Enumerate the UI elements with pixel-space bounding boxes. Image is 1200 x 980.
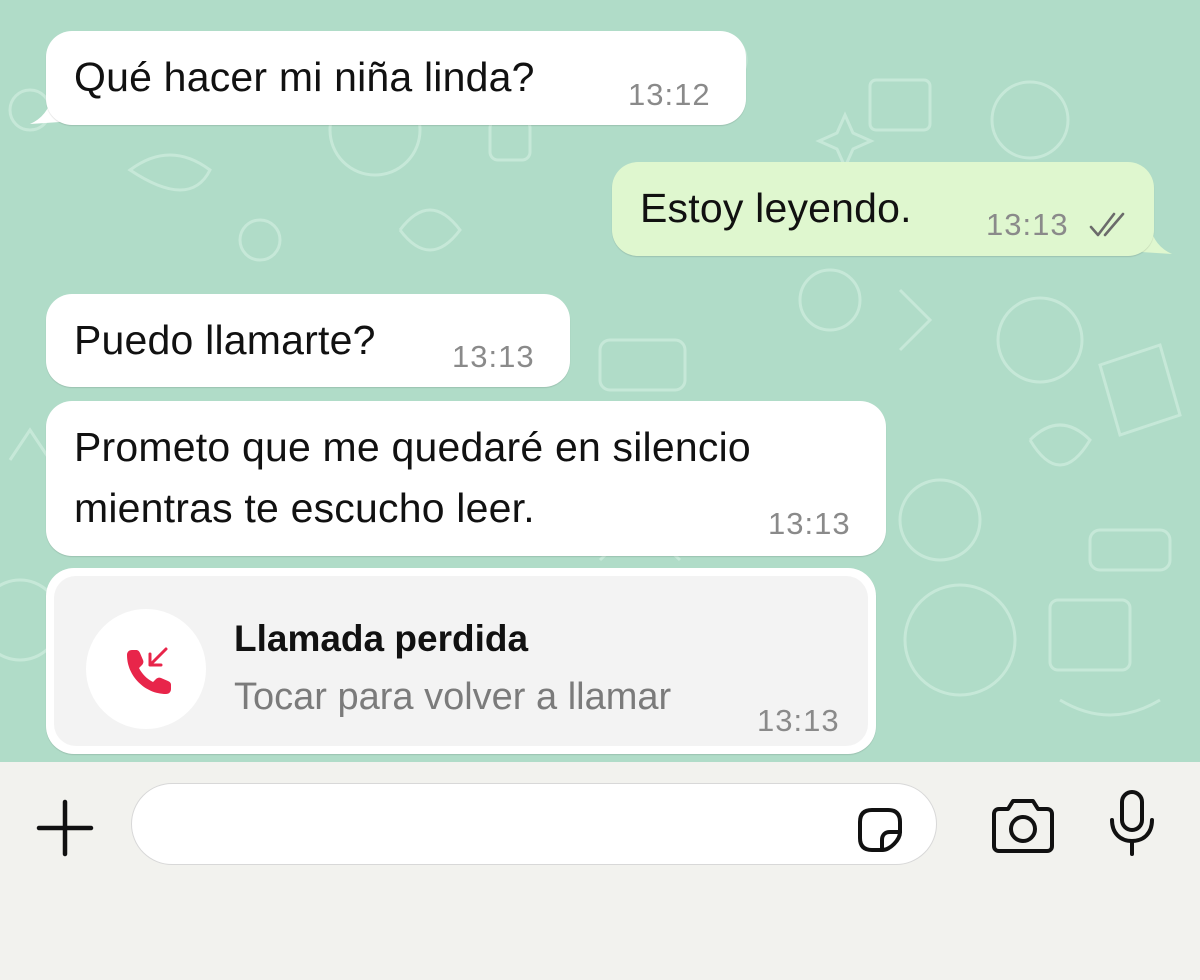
message-text: Estoy leyendo. [640,185,912,231]
missed-call-time: 13:13 [757,703,840,738]
message-text: Puedo llamarte? [74,317,376,363]
missed-call-icon-wrap [86,609,206,729]
message-time: 13:12 [628,77,711,112]
message-time: 13:13 [768,506,851,541]
missed-call-inner[interactable]: Llamada perdida Tocar para volver a llam… [54,576,868,746]
camera-icon[interactable] [988,796,1058,856]
message-bubble[interactable]: Puedo llamarte? 13:13 [46,294,570,387]
missed-call-subtitle: Tocar para volver a llamar [234,676,672,718]
message-time: 13:13 [452,339,535,374]
message-input[interactable] [131,783,937,865]
message-text-line1: Prometo que me quedaré en silencio [74,424,751,470]
sticker-icon[interactable] [850,800,910,860]
message-bubble[interactable]: Qué hacer mi niña linda? 13:12 [46,31,746,125]
double-check-icon [1089,212,1125,237]
message-bubble[interactable]: Prometo que me quedaré en silencio mient… [46,401,886,556]
missed-call-card[interactable]: Llamada perdida Tocar para volver a llam… [46,568,876,754]
message-bubble-outgoing[interactable]: Estoy leyendo. 13:13 [612,162,1154,256]
message-text: Qué hacer mi niña linda? [74,54,535,100]
missed-call-title: Llamada perdida [234,618,529,659]
microphone-icon[interactable] [1104,788,1160,860]
message-text-line2: mientras te escucho leer. [74,485,535,531]
missed-call-icon [127,647,171,694]
message-time: 13:13 [986,207,1069,242]
chat-area[interactable]: Qué hacer mi niña linda? 13:12 Estoy ley… [0,0,1200,762]
plus-icon[interactable] [33,796,97,860]
